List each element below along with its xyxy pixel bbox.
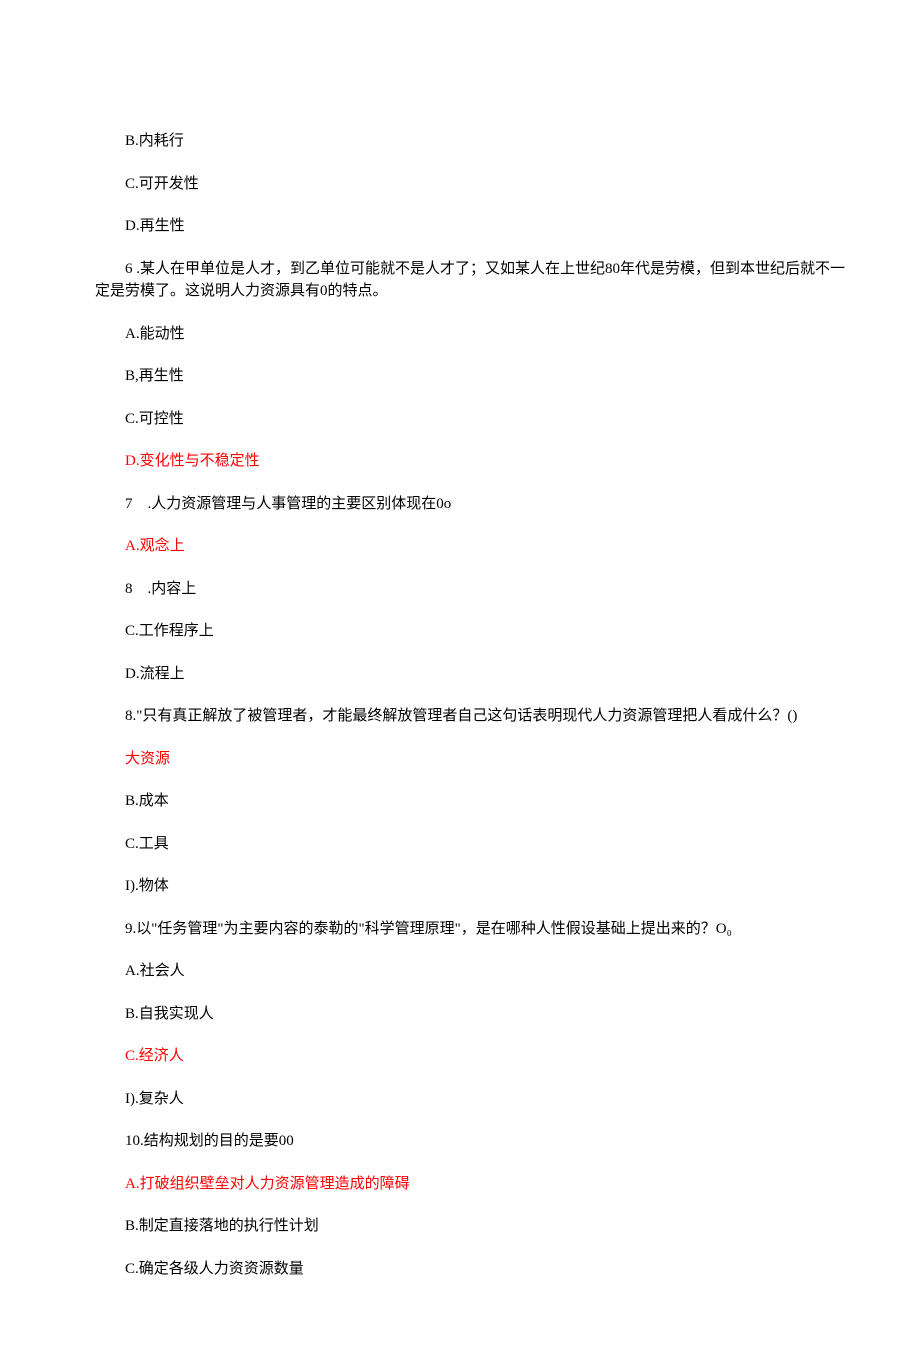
option-text: I).复杂人 [95, 1088, 850, 1111]
question-10: 10.结构规划的目的是要00 [95, 1130, 850, 1153]
option-text: C.可控性 [95, 408, 850, 431]
option-text: A.能动性 [95, 323, 850, 346]
question-9: 9.以"任务管理"为主要内容的泰勒的"科学管理原理"，是在哪种人性假设基础上提出… [95, 918, 850, 941]
option-text: B.内耗行 [95, 130, 850, 153]
option-text: B.成本 [95, 790, 850, 813]
question-text: 6 .某人在甲单位是人才，到乙单位可能就不是人才了；又如某人在上世纪80年代是劳… [95, 261, 845, 300]
option-text: C.可开发性 [95, 173, 850, 196]
question-7: 7 .人力资源管理与人事管理的主要区别体现在0o [95, 493, 850, 516]
option-text: I).物体 [95, 875, 850, 898]
option-text: B,再生性 [95, 365, 850, 388]
option-text: D.再生性 [95, 215, 850, 238]
option-text-answer: 大资源 [95, 748, 850, 771]
question-6: 6 .某人在甲单位是人才，到乙单位可能就不是人才了；又如某人在上世纪80年代是劳… [95, 258, 850, 303]
option-text: C.工具 [95, 833, 850, 856]
option-text: A.社会人 [95, 960, 850, 983]
option-text-answer: C.经济人 [95, 1045, 850, 1068]
option-text: C.工作程序上 [95, 620, 850, 643]
option-text: D.流程上 [95, 663, 850, 686]
option-text: B.自我实现人 [95, 1003, 850, 1026]
option-text-answer: D.变化性与不稳定性 [95, 450, 850, 473]
question-8: 8."只有真正解放了被管理者，才能最终解放管理者自己这句话表明现代人力资源管理把… [95, 705, 850, 728]
option-text-answer: A.观念上 [95, 535, 850, 558]
option-text: B.制定直接落地的执行性计划 [95, 1215, 850, 1238]
option-text: C.确定各级人力资资源数量 [95, 1258, 850, 1281]
option-text-answer: A.打破组织壁垒对人力资源管理造成的障碍 [95, 1173, 850, 1196]
option-text: 8 .内容上 [95, 578, 850, 601]
